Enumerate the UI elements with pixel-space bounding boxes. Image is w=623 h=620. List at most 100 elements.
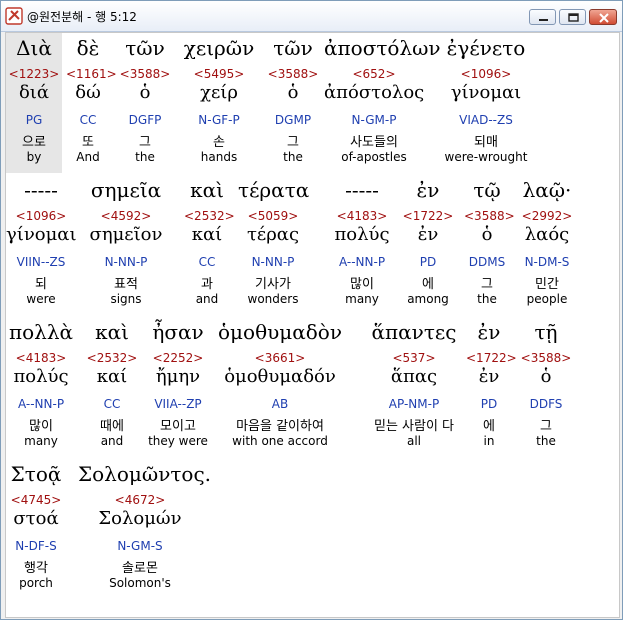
word-column[interactable]: τῇ <3588> ὁ DDFS 그 the [518,317,574,457]
word-column[interactable]: χειρῶν <5495> χείρ N-GF-P 손 hands [181,33,257,173]
korean-gloss: 사도들의 [350,135,398,150]
word-column[interactable]: τῶν <3588> ὁ DGMP 그 the [261,33,325,173]
window-title: @원전분해 - 행 5:12 [27,10,137,24]
word-column[interactable]: ἐν <1722> ἐν PD 에 in [466,317,517,457]
title-bar[interactable]: @원전분해 - 행 5:12 [1,1,622,32]
word-column[interactable]: ἐγένετο <1096> γίνομαι VIAD--ZS 되매 were-wroug… [428,33,544,173]
word-column[interactable]: ----- <4183> πολύς A--NN-P 많이 many [334,175,390,315]
strong-number: <4745> [10,493,62,507]
english-gloss: they were [148,434,208,448]
word-column[interactable]: ὁμοθυμαδὸν <3661> ὁμοθυμαδόν AB 마음을 같이하여 with… [210,317,350,457]
english-gloss: wonders [247,292,299,306]
lexical-form: καί [96,366,128,387]
strong-number: <4183> [15,351,67,365]
english-gloss: were [26,292,56,306]
lexical-form: ὁ [540,366,552,387]
greek-word: ἀποστόλων [324,36,441,60]
strong-number: <3588> [119,67,171,81]
lexical-form: ὁμοθυμαδόν [224,366,336,387]
lexical-form: τέρας [246,224,300,245]
strong-number: <1096> [15,209,67,223]
maximize-button[interactable] [559,9,586,25]
english-gloss: Solomon's [109,576,171,590]
minimize-icon [539,19,548,21]
word-column[interactable]: πολλὰ <4183> πολύς A--NN-P 많이 many [6,317,76,457]
greek-word: τῷ [473,178,501,202]
word-column[interactable]: καὶ <2532> καί CC 때에 and [86,317,138,457]
korean-gloss: 과 [201,277,213,292]
app-window: @원전분해 - 행 5:12 Διὰ <1223> διά PG 으로 by δὲ <1161… [0,0,623,620]
korean-gloss: 되매 [474,135,498,150]
strong-number: <1096> [460,67,512,81]
morphology-code: AP-NM-P [388,397,440,411]
strong-number: <2252> [152,351,204,365]
english-gloss: porch [19,576,53,590]
strong-number: <652> [352,67,396,81]
korean-gloss: 또 [82,135,94,150]
greek-word: λαῷ· [522,178,572,202]
korean-gloss: 그 [540,419,552,434]
strong-number: <1161> [66,67,117,81]
word-column[interactable]: ----- <1096> γίνομαι VIIN--ZS 되 were [6,175,77,315]
english-gloss: the [536,434,556,448]
strong-number: <5495> [193,67,245,81]
lexical-form: ἀπόστολος [324,82,425,103]
korean-gloss: 많이 [350,277,374,292]
interlinear-panel[interactable]: Διὰ <1223> διά PG 으로 by δὲ <1161> δώ CC 또 And τῶν <35… [5,32,620,618]
word-column[interactable]: Διὰ <1223> διά PG 으로 by [6,33,62,173]
korean-gloss: 마음을 같이하여 [236,419,324,434]
strong-number: <1223> [8,67,60,81]
korean-gloss: 많이 [29,419,53,434]
lexical-form: ἐν [417,224,439,245]
close-button[interactable] [589,9,617,25]
greek-word: ----- [24,178,58,202]
greek-word: καὶ [190,178,224,202]
word-column[interactable]: σημεῖα <4592> σημεῖον N-NN-P 표적 signs [86,175,166,315]
morphology-code: DDFS [529,397,563,411]
morphology-code: VIIN--ZS [16,255,66,269]
english-gloss: and [195,292,219,306]
lexical-form: καί [191,224,223,245]
english-gloss: signs [110,292,142,306]
word-column[interactable]: ἀποστόλων <652> ἀπόστολος N-GM-P 사도들의 of-apos… [324,33,441,173]
korean-gloss: 행각 [24,561,48,576]
english-gloss: among [407,292,449,306]
lexical-form: ἤμην [155,366,201,387]
greek-word: ἅπαντες [371,320,457,344]
lexical-form: δώ [75,82,101,103]
english-gloss: were-wrought [444,150,528,164]
lexical-form: ἐν [478,366,500,387]
word-column[interactable]: τῷ <3588> ὁ DDMS 그 the [464,175,515,315]
korean-gloss: 으로 [22,135,46,150]
word-column[interactable]: τέρατα <5059> τέρας N-NN-P 기사가 wonders [238,175,309,315]
strong-number: <3588> [267,67,319,81]
greek-word: Στοᾷ [10,462,62,486]
english-gloss: many [24,434,58,448]
english-gloss: the [135,150,155,164]
strong-number: <5059> [247,209,299,223]
greek-word: Διὰ [16,36,52,60]
lexical-form: χείρ [200,82,238,103]
morphology-code: DDMS [468,255,506,269]
lexical-form: ὁ [481,224,493,245]
word-column[interactable]: ἦσαν <2252> ἤμην VIIA--ZP 모이고 they were [146,317,210,457]
word-column[interactable]: δὲ <1161> δώ CC 또 And [66,33,117,173]
korean-gloss: 때에 [100,419,124,434]
word-column[interactable]: ἅπαντες <537> ἅπας AP-NM-P 믿는 사람이 다 all [364,317,464,457]
minimize-button[interactable] [529,9,556,25]
word-column[interactable]: τῶν <3588> ὁ DGFP 그 the [114,33,176,173]
lexical-form: γίνομαι [450,82,522,103]
lexical-form: ὁ [139,82,151,103]
morphology-code: A--NN-P [17,397,65,411]
korean-gloss: 그 [287,135,299,150]
word-column[interactable]: καὶ <2532> καί CC 과 and [184,175,235,315]
english-gloss: and [100,434,124,448]
bible-app-icon[interactable] [5,7,23,25]
morphology-code: N-GF-P [198,113,240,127]
word-column[interactable]: Στοᾷ <4745> στοά N-DF-S 행각 porch [6,459,66,599]
greek-word: πολλὰ [8,320,74,344]
word-column[interactable]: ἐν <1722> ἐν PD 에 among [400,175,456,315]
word-column[interactable]: Σολομῶντος. <4672> Σολομών N-GM-S 솔로몬 Solomon… [78,459,211,599]
korean-gloss: 믿는 사람이 다 [373,419,455,434]
word-column[interactable]: λαῷ· <2992> λαός N-DM-S 민간 people [514,175,580,315]
